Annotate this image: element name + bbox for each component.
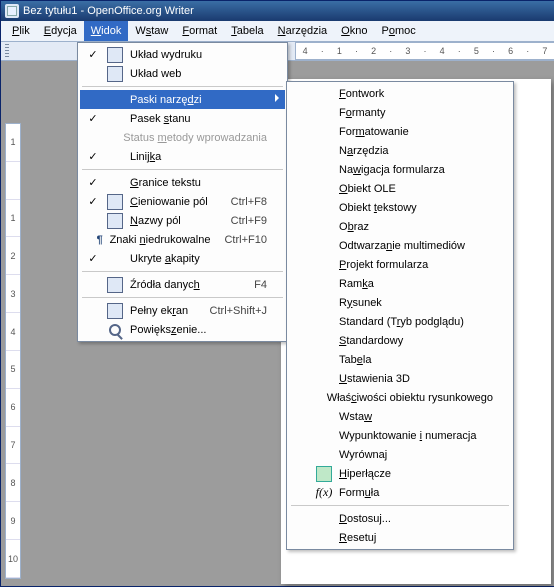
menu-narzedzia[interactable]: Narzędzia [271, 21, 335, 41]
shading-icon [104, 194, 126, 210]
menu-tabela[interactable]: Tabela [224, 21, 270, 41]
item-uklad-web[interactable]: Układ web [80, 64, 285, 83]
menu-widok[interactable]: Widok [84, 21, 129, 41]
tb-formanty[interactable]: Formanty [289, 103, 511, 122]
tb-standard-podglad[interactable]: Standard (Tryb podglądu) [289, 312, 511, 331]
tb-obiekt-tekstowy[interactable]: Obiekt tekstowy [289, 198, 511, 217]
tb-ustawienia-3d[interactable]: Ustawienia 3D [289, 369, 511, 388]
layout-icon [104, 47, 126, 63]
tb-narzedzia[interactable]: Narzędzia [289, 141, 511, 160]
item-paski-narzedzi[interactable]: Paski narzędzi [80, 90, 285, 109]
check-icon [82, 252, 104, 265]
datasource-icon [104, 277, 126, 293]
separator [291, 505, 509, 506]
item-linijka[interactable]: Linijka [80, 147, 285, 166]
tb-formula[interactable]: f(x)Formuła [289, 483, 511, 502]
menu-widok-dropdown: Układ wydruku Układ web Paski narzędzi P… [77, 42, 288, 342]
menu-plik[interactable]: Plik [5, 21, 37, 41]
tb-standardowy[interactable]: Standardowy [289, 331, 511, 350]
menu-format[interactable]: Format [175, 21, 224, 41]
check-icon [82, 112, 104, 125]
vertical-ruler: 1 1 2 3 4 5 6 7 8 9 10 [5, 123, 21, 579]
tb-nawigacja[interactable]: Nawigacja formularza [289, 160, 511, 179]
fullscreen-icon [104, 303, 126, 319]
tb-formatowanie[interactable]: Formatowanie [289, 122, 511, 141]
tb-tabela[interactable]: Tabela [289, 350, 511, 369]
tb-fontwork[interactable]: Fontwork [289, 84, 511, 103]
check-icon [82, 150, 104, 163]
item-pasek-stanu[interactable]: Pasek stanu [80, 109, 285, 128]
formula-icon: f(x) [313, 485, 335, 500]
window: Bez tytułu1 - OpenOffice.org Writer Plik… [0, 0, 554, 587]
tb-ramka[interactable]: Ramka [289, 274, 511, 293]
tb-wypunktowanie[interactable]: Wypunktowanie i numeracja [289, 426, 511, 445]
item-status-metody: Status metody wprowadzania [80, 128, 285, 147]
submenu-paski-narzedzi: Fontwork Formanty Formatowanie Narzędzia… [286, 81, 514, 550]
tb-wstaw[interactable]: Wstaw [289, 407, 511, 426]
separator [82, 86, 283, 87]
tb-odtwarzanie[interactable]: Odtwarzanie multimediów [289, 236, 511, 255]
check-icon [82, 195, 104, 208]
menu-edycja[interactable]: Edycja [37, 21, 84, 41]
fields-icon [104, 213, 126, 229]
window-title: Bez tytułu1 - OpenOffice.org Writer [23, 5, 194, 17]
tb-rysunek[interactable]: Rysunek [289, 293, 511, 312]
item-nazwy-pol[interactable]: Nazwy pól Ctrl+F9 [80, 211, 285, 230]
item-zrodla-danych[interactable]: Źródła danych F4 [80, 275, 285, 294]
menu-pomoc[interactable]: Pomoc [374, 21, 422, 41]
menu-okno[interactable]: Okno [334, 21, 374, 41]
item-znaki-niedrukowalne[interactable]: ¶ Znaki niedrukowalne Ctrl+F10 [80, 230, 285, 249]
tb-resetuj[interactable]: Resetuj [289, 528, 511, 547]
tb-wyrownaj[interactable]: Wyrównaj [289, 445, 511, 464]
app-icon [5, 4, 19, 18]
tb-obiekt-ole[interactable]: Obiekt OLE [289, 179, 511, 198]
toolbar-grip[interactable] [5, 44, 9, 58]
separator [82, 271, 283, 272]
item-powiekszenie[interactable]: Powiększenie... [80, 320, 285, 339]
tb-hiperlacze[interactable]: Hiperłącze [289, 464, 511, 483]
item-uklad-wydruku[interactable]: Układ wydruku [80, 45, 285, 64]
menu-wstaw[interactable]: Wstaw [128, 21, 175, 41]
tb-projekt[interactable]: Projekt formularza [289, 255, 511, 274]
submenu-arrow-icon [275, 94, 279, 102]
horizontal-ruler: 4· 1· 2· 3· 4· 5· 6· 7 [295, 42, 554, 60]
item-granice-tekstu[interactable]: Granice tekstu [80, 173, 285, 192]
titlebar: Bez tytułu1 - OpenOffice.org Writer [1, 1, 554, 21]
hyperlink-icon [313, 466, 335, 482]
item-pelny-ekran[interactable]: Pełny ekran Ctrl+Shift+J [80, 301, 285, 320]
tb-dostosuj[interactable]: Dostosuj... [289, 509, 511, 528]
separator [82, 169, 283, 170]
tb-wlasciwosci[interactable]: Właściwości obiektu rysunkowego [289, 388, 511, 407]
check-icon [82, 176, 104, 189]
pilcrow-icon: ¶ [94, 234, 106, 246]
separator [82, 297, 283, 298]
zoom-icon [104, 324, 126, 336]
tb-obraz[interactable]: Obraz [289, 217, 511, 236]
item-ukryte-akapity[interactable]: Ukryte akapity [80, 249, 285, 268]
web-icon [104, 66, 126, 82]
item-cieniowanie-pol[interactable]: Cieniowanie pól Ctrl+F8 [80, 192, 285, 211]
check-icon [82, 48, 104, 61]
menubar: Plik Edycja Widok Wstaw Format Tabela Na… [1, 21, 554, 42]
